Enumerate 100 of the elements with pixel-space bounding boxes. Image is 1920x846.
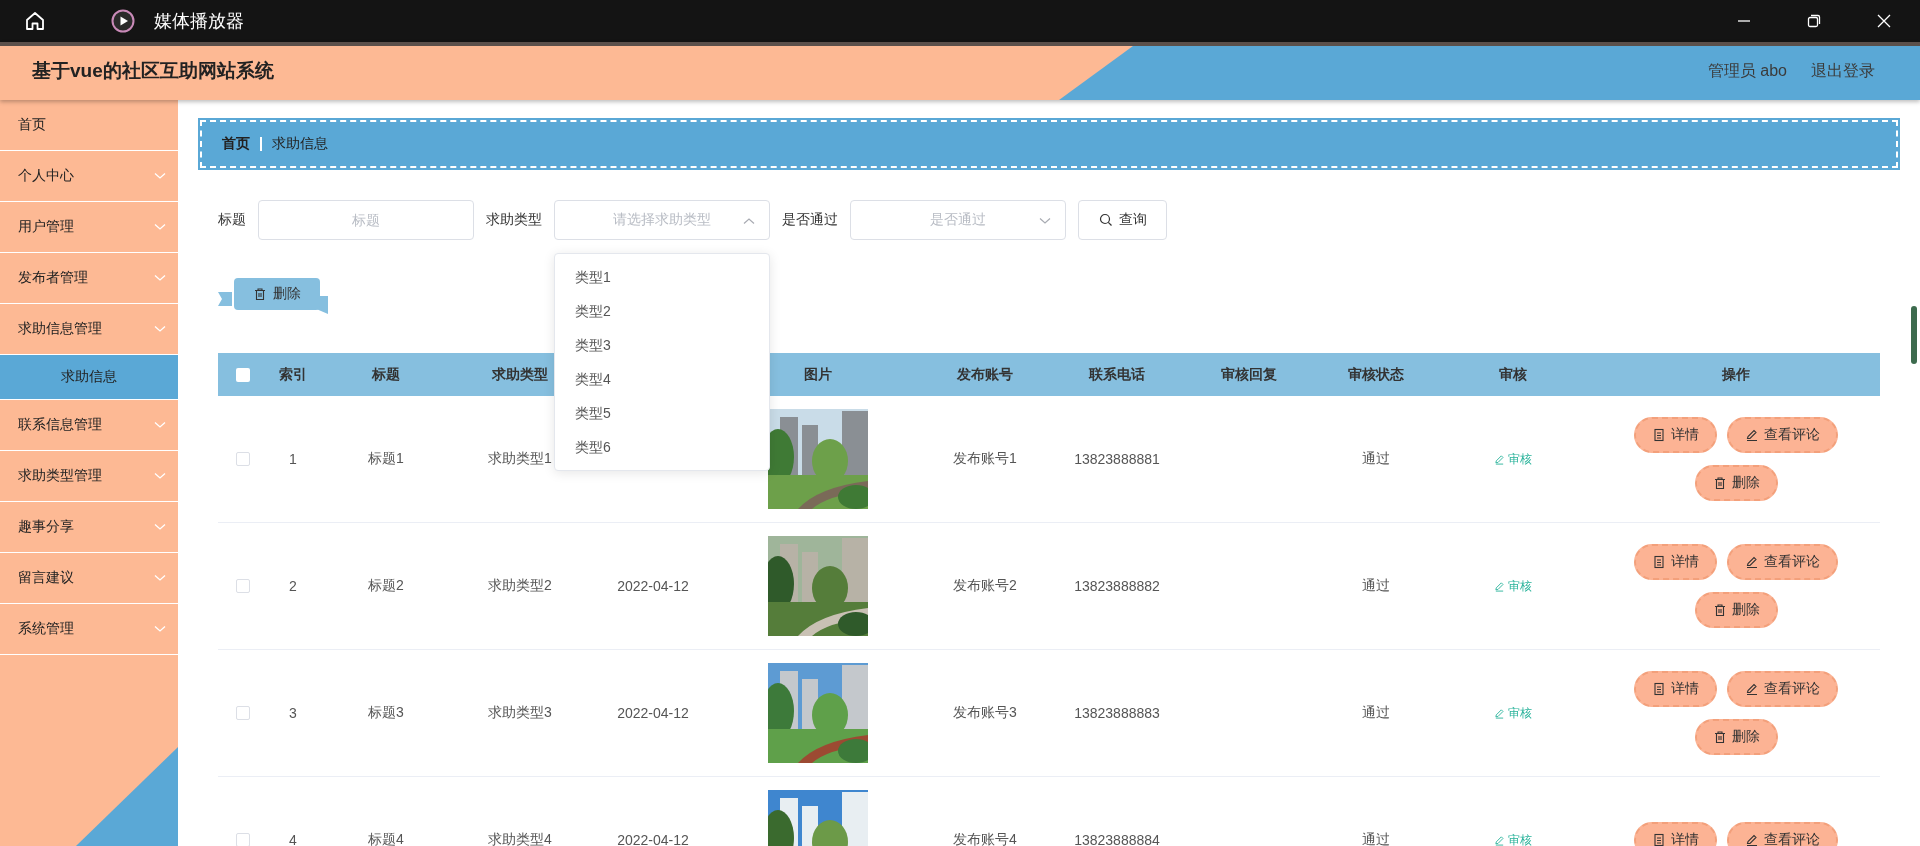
dropdown-option[interactable]: 类型6 (555, 430, 769, 464)
sidebar-subitem[interactable]: 求助信息 (0, 355, 178, 400)
sidebar-item[interactable]: 求助类型管理 (0, 451, 178, 502)
pencil-icon (1745, 555, 1759, 569)
table-cell: 13823888882 (1074, 578, 1160, 594)
breadcrumb-link[interactable]: 首页 (222, 135, 250, 153)
table-cell: 求助类型2 (488, 577, 552, 595)
table-cell: 1 (289, 451, 297, 467)
chevron-down-icon (154, 625, 166, 633)
table-cell: 2022-04-12 (617, 578, 689, 594)
column-header: 索引 (279, 365, 307, 384)
table-cell: 标题1 (368, 450, 404, 468)
filter-label: 求助类型 (486, 211, 542, 229)
column-header: 标题 (372, 365, 400, 384)
sidebar-item[interactable]: 用户管理 (0, 202, 178, 253)
title-input-field[interactable]: 标题 (258, 200, 474, 240)
chevron-down-icon (154, 274, 166, 282)
table-cell: 2022-04-12 (617, 705, 689, 721)
table-cell: 2022-04-12 (617, 832, 689, 846)
dropdown-option[interactable]: 类型2 (555, 294, 769, 328)
home-icon[interactable] (23, 9, 47, 33)
column-header: 审核回复 (1221, 365, 1277, 384)
dropdown-option[interactable]: 类型4 (555, 362, 769, 396)
pencil-icon (1494, 707, 1505, 719)
chevron-down-icon (154, 325, 166, 333)
site-title: 基于vue的社区互助网站系统 (32, 59, 274, 83)
logout-link[interactable]: 退出登录 (1811, 60, 1875, 82)
scrollbar-thumb[interactable] (1911, 306, 1917, 364)
trash-icon (1712, 476, 1727, 490)
row-checkbox[interactable] (236, 452, 250, 466)
sidebar-item[interactable]: 个人中心 (0, 151, 178, 202)
action-button[interactable]: 删除 (1694, 465, 1778, 501)
table-cell: 标题3 (368, 704, 404, 722)
table-cell: 通过 (1362, 450, 1390, 468)
dropdown-option[interactable]: 类型3 (555, 328, 769, 362)
action-button[interactable]: 查看评论 (1727, 544, 1838, 580)
chevron-down-icon (154, 223, 166, 231)
admin-user-label: 管理员 abo (1707, 60, 1787, 81)
column-header: 求助类型 (492, 365, 548, 384)
document-icon (1652, 428, 1666, 442)
sidebar-item[interactable]: 留言建议 (0, 553, 178, 604)
row-checkbox[interactable] (236, 833, 250, 846)
window-title: 媒体播放器 (154, 10, 244, 33)
action-button[interactable]: 详情 (1634, 671, 1717, 707)
column-header: 发布账号 (957, 365, 1013, 384)
table-cell: 通过 (1362, 577, 1390, 595)
table-cell: 发布账号4 (953, 831, 1017, 846)
table-cell: 求助类型4 (488, 831, 552, 846)
trash-icon (1712, 603, 1727, 617)
chevron-down-icon (154, 421, 166, 429)
table-cell: 13823888883 (1074, 705, 1160, 721)
breadcrumb-link[interactable]: 求助信息 (272, 135, 328, 153)
pencil-icon (1494, 580, 1505, 592)
dropdown-option[interactable]: 类型1 (555, 260, 769, 294)
action-button[interactable]: 详情 (1634, 544, 1717, 580)
close-icon[interactable] (1876, 13, 1892, 29)
dropdown-option[interactable]: 类型5 (555, 396, 769, 430)
document-icon (1652, 555, 1666, 569)
table-cell: 13823888884 (1074, 832, 1160, 846)
select-all-checkbox[interactable] (236, 367, 250, 382)
filter-label: 标题 (218, 211, 246, 229)
table-cell: 3 (289, 705, 297, 721)
delete-button[interactable]: 删除 (234, 278, 320, 310)
column-header: 审核 (1499, 365, 1527, 384)
column-header: 审核状态 (1348, 365, 1404, 384)
action-button[interactable]: 查看评论 (1727, 671, 1838, 707)
table-cell: 通过 (1362, 704, 1390, 722)
action-button[interactable]: 删除 (1694, 592, 1778, 628)
play-icon (111, 9, 135, 33)
sidebar-item[interactable]: 联系信息管理 (0, 400, 178, 451)
restore-icon[interactable] (1806, 13, 1822, 29)
trash-icon (253, 287, 267, 301)
table-cell: 求助类型1 (488, 450, 552, 468)
action-button[interactable]: 详情 (1634, 417, 1717, 453)
pencil-icon (1494, 453, 1505, 465)
sidebar-item[interactable]: 首页 (0, 100, 178, 151)
row-checkbox[interactable] (236, 579, 250, 593)
sidebar-item[interactable]: 发布者管理 (0, 253, 178, 304)
action-button[interactable]: 删除 (1694, 719, 1778, 755)
table-cell: 通过 (1362, 831, 1390, 846)
sidebar-item[interactable]: 系统管理 (0, 604, 178, 655)
chevron-down-icon (154, 574, 166, 582)
search-button[interactable]: 查询 (1078, 200, 1167, 240)
table-cell: 发布账号3 (953, 704, 1017, 722)
action-button[interactable]: 查看评论 (1727, 417, 1838, 453)
table-cell: 4 (289, 832, 297, 846)
document-icon (1652, 682, 1666, 696)
ribbon-tail-drawing (218, 292, 232, 306)
row-checkbox[interactable] (236, 706, 250, 720)
chevron-down-icon (154, 172, 166, 180)
action-button[interactable]: 查看评论 (1727, 822, 1838, 846)
chevron-down-icon (1039, 217, 1051, 225)
action-button[interactable]: 详情 (1634, 822, 1717, 846)
pencil-icon (1494, 834, 1505, 846)
sidebar-item[interactable]: 趣事分享 (0, 502, 178, 553)
table-cell: 标题4 (368, 831, 404, 846)
filter-label: 是否通过 (782, 211, 838, 229)
table-cell: 求助类型3 (488, 704, 552, 722)
pencil-icon (1745, 833, 1759, 846)
column-header: 操作 (1722, 365, 1750, 384)
